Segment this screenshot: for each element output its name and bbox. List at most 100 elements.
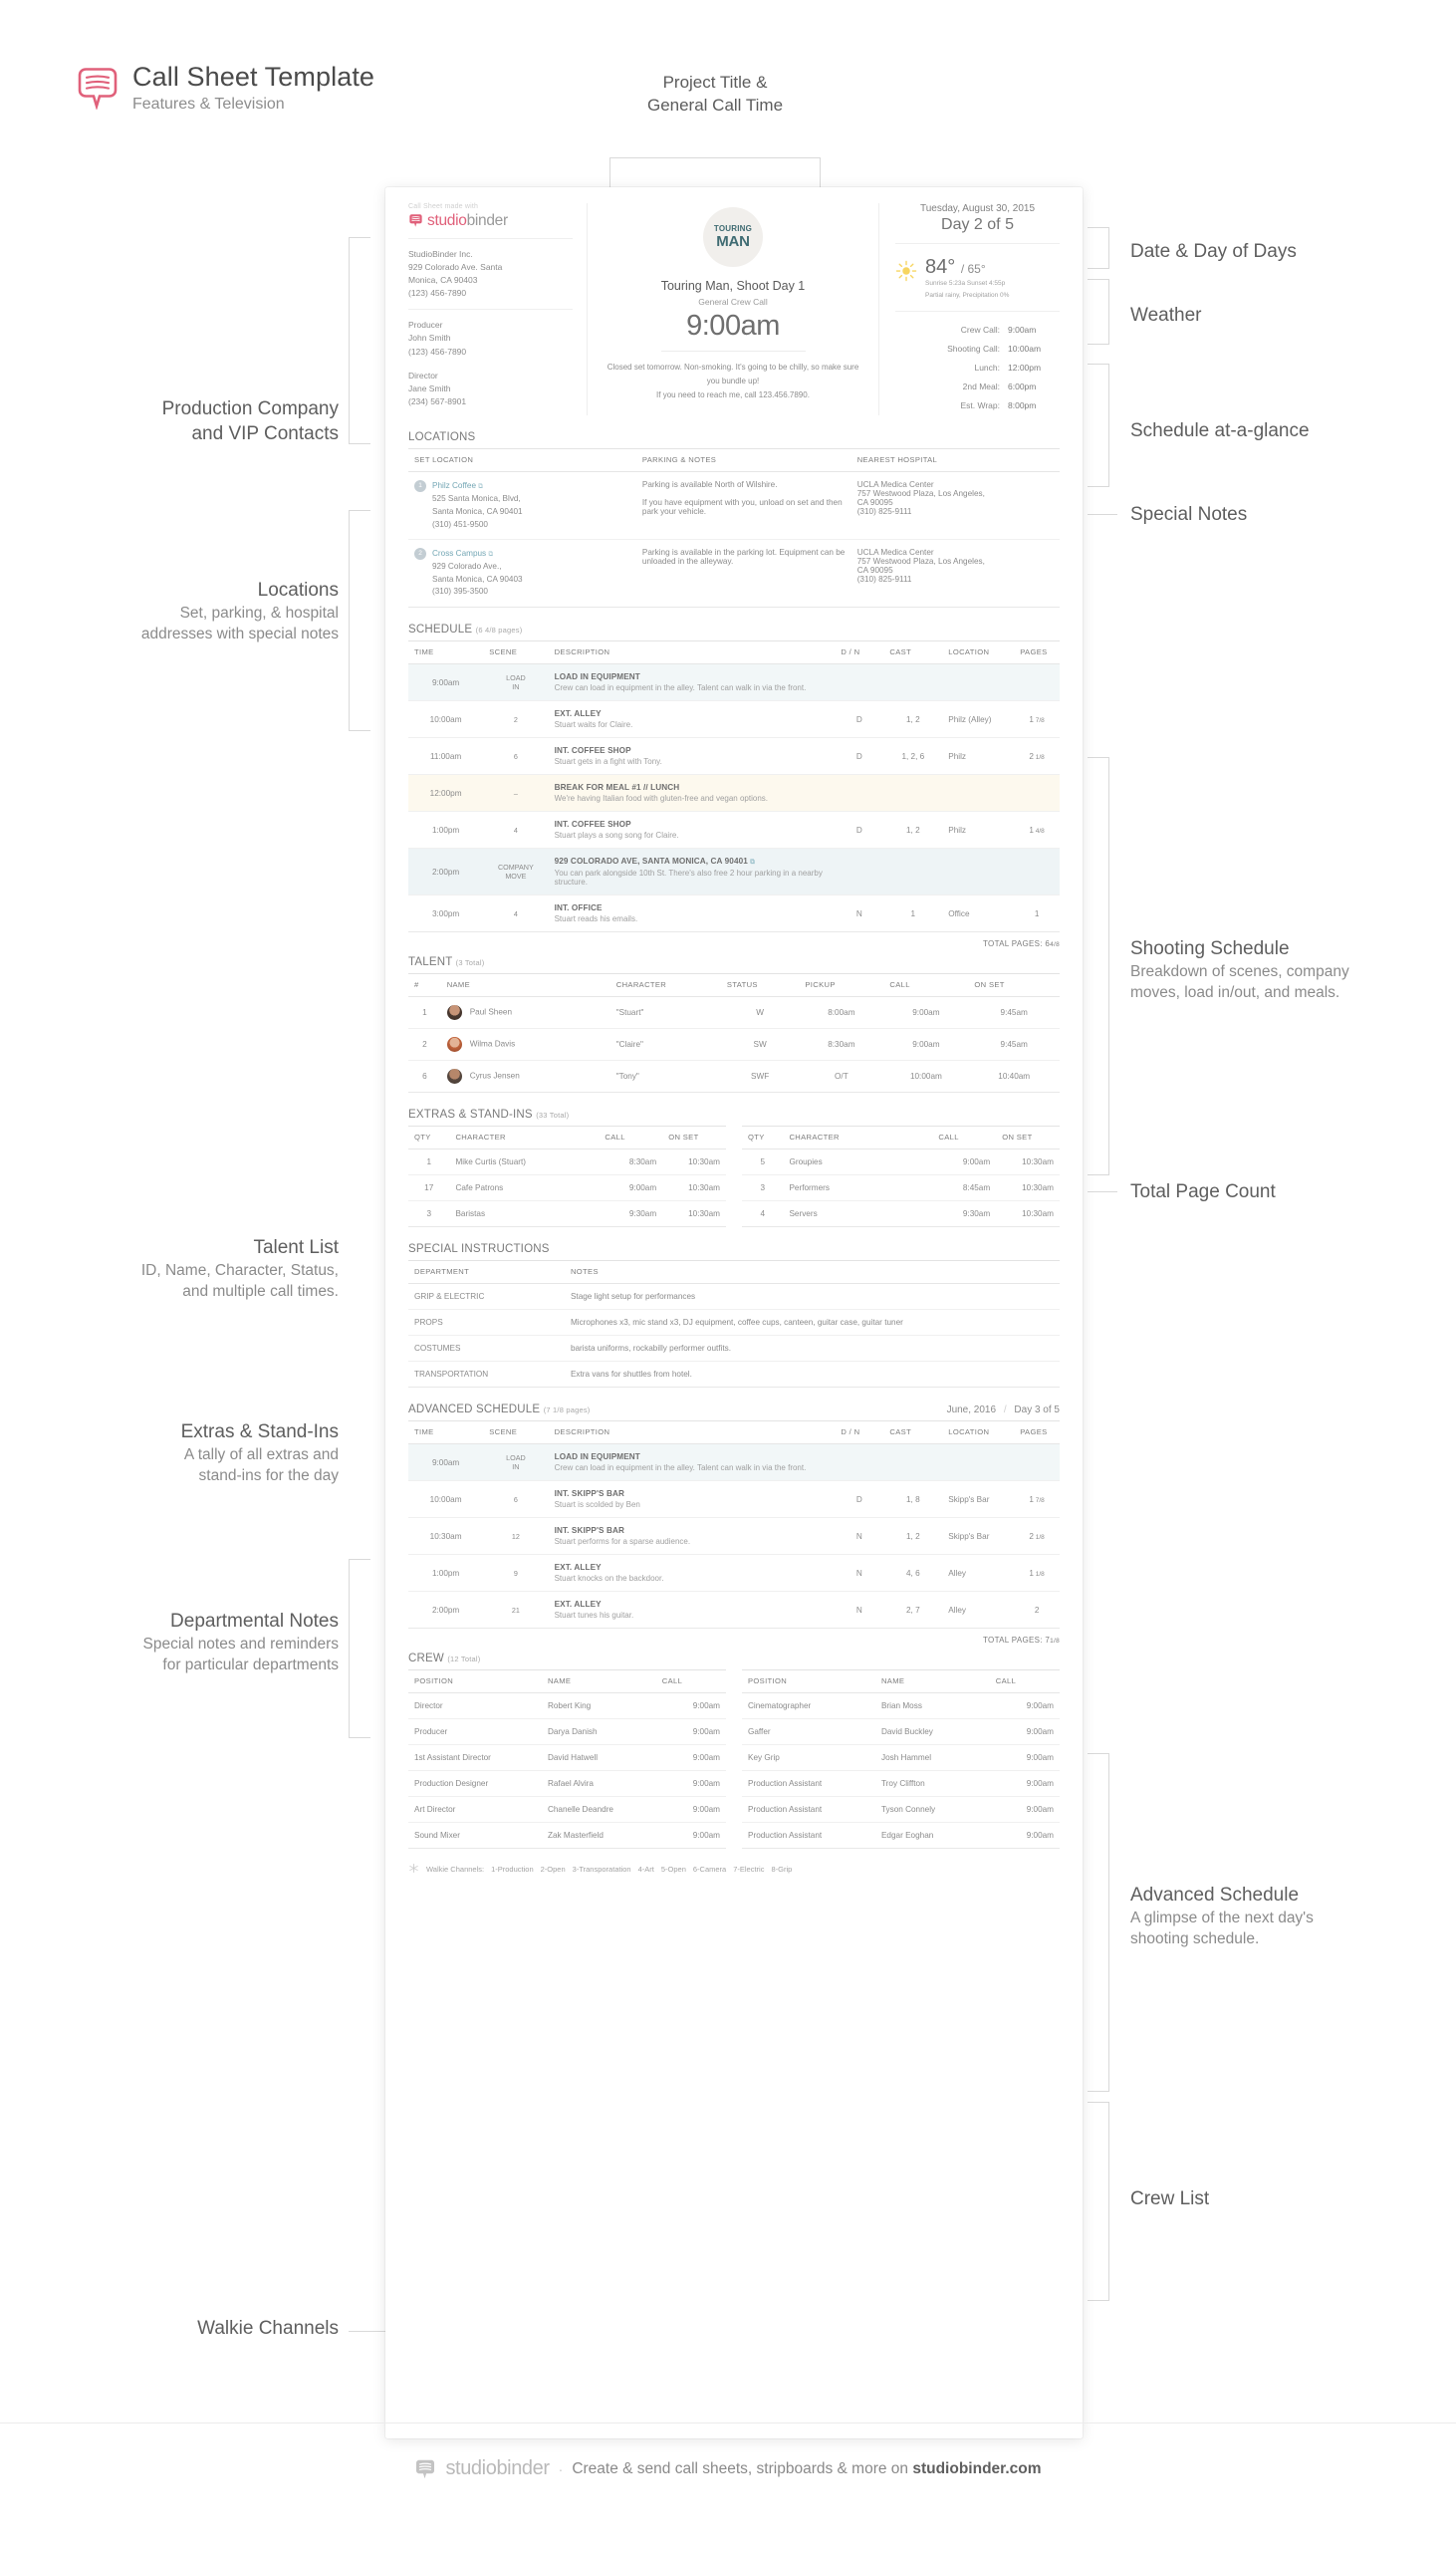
section-locations: LOCATIONS SET LOCATION PARKING & NOTES N… (408, 431, 1060, 609)
advanced-title: ADVANCED SCHEDULE (408, 1403, 541, 1416)
location-cell: Skipp's Bar (942, 1480, 1015, 1519)
scene-cell: 4 (483, 894, 549, 933)
schedule-glance-value: 10:00am (1008, 343, 1042, 354)
special-instructions-table: DEPARTMENT NOTES GRIP & ELECTRIC Stage l… (408, 1260, 1060, 1389)
external-link-icon: ⧉ (488, 551, 494, 559)
weather-high: 84° (925, 256, 956, 278)
annotation-bracket-production-company (349, 237, 370, 444)
scene-cell: – (483, 774, 549, 813)
pages-cell: 1 7/8 (1014, 700, 1060, 739)
annotation-dept-notes: Departmental Notes Special notes and rem… (20, 1609, 339, 1676)
col-nearest-hospital: NEAREST HOSPITAL (850, 448, 1060, 473)
location-link[interactable]: Philz Coffee (432, 481, 476, 490)
table-header-row: SET LOCATION PARKING & NOTES NEAREST HOS… (408, 448, 1060, 473)
crew-call-cell: 9:00am (655, 1770, 726, 1798)
section-title-advanced-schedule: ADVANCED SCHEDULE (7 1/8 pages) (408, 1403, 590, 1415)
crew-count: (12 Total) (447, 1655, 481, 1664)
talent-status-cell: SW (720, 1028, 800, 1062)
pages-cell: 2 1/8 (1014, 737, 1060, 776)
description-cell: 929 COLORADO AVE, SANTA MONICA, CA 90401… (548, 848, 836, 896)
schedule-glance-row: Crew Call: 9:00am (895, 321, 1060, 340)
walkie-channel: 6-Camera (692, 1865, 727, 1875)
time-cell: 2:00pm (408, 848, 484, 896)
cast-cell: 2, 7 (883, 1591, 943, 1630)
extras-qty-cell: 17 (408, 1174, 450, 1202)
extras-call-cell: 8:30am (599, 1148, 663, 1176)
table-row: 3 Baristas 9:30am 10:30am (408, 1200, 726, 1228)
table-row: PROPS Microphones x3, mic stand x3, DJ e… (408, 1309, 1060, 1337)
annotation-schedule-glance-title: Schedule at-a-glance (1130, 420, 1310, 441)
total-pages-fraction: 4/8 (1050, 941, 1060, 949)
crew-call-cell: 9:00am (989, 1770, 1060, 1798)
annotation-date-day-title: Date & Day of Days (1130, 241, 1297, 262)
location-link[interactable]: Cross Campus (432, 549, 486, 558)
table-row: 1:00pm 9 EXT. ALLEY Stuart knocks on the… (408, 1554, 1060, 1593)
annotation-advanced-schedule-sub: A glimpse of the next day's shooting sch… (1130, 1910, 1314, 1948)
scene-cell: 21 (483, 1591, 549, 1630)
footer-link[interactable]: studiobinder.com (912, 2460, 1041, 2477)
section-extras: EXTRAS & STAND-INS (33 Total) QTY CHARAC… (408, 1109, 1060, 1228)
total-pages-fraction: 1/8 (1050, 1638, 1060, 1646)
pages-cell: 1 4/8 (1014, 811, 1060, 850)
location-cell: Philz (942, 737, 1015, 776)
walkie-channel: 4-Art (637, 1865, 654, 1875)
scene-cell: 4 (483, 811, 549, 850)
avatar (446, 1069, 462, 1085)
annotation-locations-sub: Set, parking, & hospital addresses with … (140, 605, 339, 643)
section-title-schedule: SCHEDULE (6 4/8 pages) (408, 624, 1060, 636)
day-night-cell: N (835, 1554, 884, 1593)
scene-cell: 9 (483, 1554, 549, 1593)
annotation-production-company: Production Company and VIP Contacts (20, 396, 339, 446)
schedule-blank-cells (835, 1443, 1060, 1482)
table-row: 12:00pm – BREAK FOR MEAL #1 // LUNCH We'… (408, 774, 1060, 813)
description-cell: EXT. ALLEY Stuart knocks on the backdoor… (548, 1554, 836, 1593)
table-header-row: TIME SCENE DESCRIPTION D / N CAST LOCATI… (408, 640, 1060, 665)
annotation-bracket-weather (1088, 279, 1109, 345)
time-cell: 9:00am (408, 663, 484, 702)
table-row: 3:00pm 4 INT. OFFICE Stuart reads his em… (408, 894, 1060, 933)
table-row: Production Designer Rafael Alvira 9:00am (408, 1770, 726, 1798)
extras-character-cell: Cafe Patrons (449, 1174, 600, 1202)
table-row: Production Assistant Edgar Eoghan 9:00am (742, 1822, 1060, 1850)
sun-icon (895, 260, 917, 282)
table-row: 1st Assistant Director David Hatwell 9:0… (408, 1744, 726, 1772)
col-call: CALL (883, 973, 969, 998)
crew-position-cell: Art Director (408, 1796, 542, 1824)
talent-call-cell: 9:00am (883, 996, 969, 1030)
page-title: Call Sheet Template (132, 62, 375, 92)
crew-name-cell: Josh Hammel (874, 1744, 990, 1772)
shoot-date: Tuesday, August 30, 2015 (919, 203, 1036, 214)
annotation-talent-list: Talent List ID, Name, Character, Status,… (20, 1235, 339, 1303)
section-advanced-schedule: ADVANCED SCHEDULE (7 1/8 pages) June, 20… (408, 1403, 1060, 1645)
department-cell: GRIP & ELECTRIC (408, 1283, 565, 1311)
table-row: 6 Cyrus Jensen "Tony" SWF O/T 10:00am 10… (408, 1060, 1060, 1094)
crew-call-cell: 9:00am (989, 1744, 1060, 1772)
advanced-schedule-meta: June, 2016 / Day 3 of 5 (946, 1404, 1060, 1416)
pages-cell: 2 (1014, 1591, 1060, 1630)
table-row: 9:00am LOAD IN LOAD IN EQUIPMENT Crew can… (408, 663, 1060, 702)
talent-id-cell: 6 (408, 1060, 441, 1094)
schedule-title: SCHEDULE (408, 624, 473, 637)
crew-call-cell: 9:00am (989, 1692, 1060, 1720)
contact-name: Jane Smith (408, 382, 451, 393)
department-note-cell: Microphones x3, mic stand x3, DJ equipme… (564, 1309, 1060, 1337)
advanced-day-of-days: Day 3 of 5 (1014, 1404, 1060, 1416)
extras-onset-cell: 10:30am (662, 1148, 726, 1176)
section-title-crew: CREW (12 Total) (408, 1653, 1060, 1664)
annotation-advanced-schedule-title: Advanced Schedule (1130, 1885, 1300, 1906)
talent-onset-cell: 9:45am (968, 996, 1060, 1030)
pages-cell: 1 (1014, 894, 1060, 933)
contact-phone: (123) 456-7890 (408, 346, 467, 357)
cast-cell: 1, 2, 6 (883, 737, 943, 776)
scene-cell: LOAD IN (483, 1443, 549, 1482)
time-cell: 10:30am (408, 1517, 484, 1556)
col-pickup: PICKUP (799, 973, 884, 998)
talent-id-cell: 2 (408, 1028, 441, 1062)
schedule-page-count: (6 4/8 pages) (475, 626, 523, 636)
talent-onset-cell: 10:40am (968, 1060, 1060, 1094)
table-row: 1:00pm 4 INT. COFFEE SHOP Stuart plays a… (408, 811, 1060, 850)
talent-count: (3 Total) (455, 958, 485, 968)
department-cell: TRANSPORTATION (408, 1361, 565, 1389)
col-description: DESCRIPTION (548, 640, 836, 665)
footer-tagline-text: Create & send call sheets, stripboards &… (572, 2459, 913, 2477)
